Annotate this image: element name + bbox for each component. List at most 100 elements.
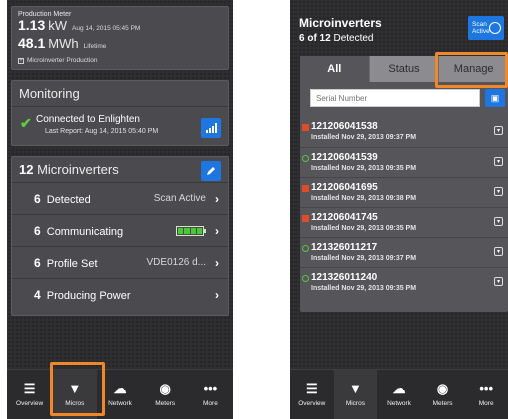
meter-icon: ◉ — [436, 381, 449, 396]
lifetime-energy-unit: MWh — [48, 36, 79, 51]
signal-button[interactable] — [201, 118, 221, 138]
tab-all[interactable]: All — [300, 56, 370, 82]
chevron-down-icon[interactable]: ▾ — [494, 217, 503, 226]
list-item[interactable]: 121326011217 Installed Nov 29, 2013 09:3… — [300, 237, 508, 267]
pencil-icon — [207, 167, 215, 175]
microinverter-list: 121206041538 Installed Nov 29, 2013 09:3… — [300, 117, 508, 297]
microinverter-panel: All Status Manage ▣ 121206041538 Install… — [300, 56, 508, 312]
row-label: Profile Set — [46, 258, 98, 270]
bottom-nav: ☰ Overview ▼ Micros ☁ Network ◉ Meters •… — [7, 369, 233, 419]
row-label: Producing Power — [46, 290, 131, 302]
ok-status-icon — [302, 155, 309, 162]
check-icon: ✔ — [20, 115, 32, 131]
installed-date: Installed Nov 29, 2013 09:37 PM — [311, 255, 417, 262]
nav-meters[interactable]: ◉ Meters — [421, 370, 465, 419]
microinverter-count: 12 — [19, 162, 34, 177]
nav-more[interactable]: ••• More — [464, 370, 508, 419]
row-count: 6 — [34, 192, 41, 206]
list-item[interactable]: 121326011240 Installed Nov 29, 2013 09:3… — [300, 267, 508, 297]
chevron-down-icon[interactable]: ▾ — [494, 187, 503, 196]
serial-number: 121206041745 — [311, 212, 378, 223]
list-item[interactable]: 121206041745 Installed Nov 29, 2013 09:3… — [300, 207, 508, 237]
serial-number: 121206041538 — [311, 121, 378, 132]
installed-date: Installed Nov 29, 2013 09:35 PM — [311, 225, 417, 232]
serial-number: 121206041539 — [311, 152, 378, 163]
scan-active-button[interactable]: Scan Active — [468, 16, 504, 40]
installed-date: Installed Nov 29, 2013 09:35 PM — [311, 165, 417, 172]
nav-network[interactable]: ☁ Network — [97, 370, 142, 419]
nav-overview[interactable]: ☰ Overview — [290, 370, 334, 419]
nav-label: Micros — [345, 400, 365, 407]
barcode-icon: ▣ — [490, 92, 500, 103]
nav-label: More — [478, 400, 494, 407]
more-icon: ••• — [479, 381, 493, 396]
current-power-unit: kW — [48, 18, 68, 33]
nav-micros[interactable]: ▼ Micros — [52, 370, 98, 419]
scan-barcode-button[interactable]: ▣ — [485, 89, 505, 107]
error-status-icon — [302, 185, 309, 192]
cloud-icon: ☁ — [392, 381, 406, 396]
serial-number: 121206041695 — [311, 182, 378, 193]
profile-set-row[interactable]: 6 Profile Set VDE0126 d... › — [12, 247, 228, 279]
chevron-down-icon[interactable]: ▾ — [494, 157, 503, 166]
serial-number: 121326011240 — [311, 272, 378, 283]
list-item[interactable]: 121206041539 Installed Nov 29, 2013 09:3… — [300, 147, 508, 177]
chevron-down-icon[interactable]: ▾ — [494, 126, 503, 135]
row-count: 6 — [34, 256, 41, 270]
communicating-row[interactable]: 6 Communicating › — [12, 215, 228, 247]
serial-number: 121326011217 — [311, 242, 378, 253]
lifetime-label: Lifetime — [83, 43, 107, 50]
overview-screen: Production Meter 1.13 kW Aug 14, 2015 05… — [7, 0, 233, 419]
chevron-down-icon[interactable]: ▾ — [494, 277, 503, 286]
row-count: 4 — [34, 288, 41, 302]
microinverter-production-label: Microinverter Production — [27, 57, 98, 64]
row-label: Detected — [46, 194, 91, 206]
microinverter-production-toggle[interactable]: + Microinverter Production — [18, 57, 222, 64]
producing-power-row[interactable]: 4 Producing Power › — [12, 279, 228, 311]
serial-number-input[interactable] — [310, 89, 480, 107]
list-icon: ☰ — [305, 381, 318, 396]
micro-icon: ▼ — [68, 381, 82, 396]
row-label: Communicating — [46, 226, 124, 238]
detected-count: 6 of 12 — [299, 33, 331, 44]
signal-bars-icon — [205, 123, 217, 133]
cloud-icon: ☁ — [113, 381, 127, 396]
row-count: 6 — [34, 224, 41, 238]
nav-overview[interactable]: ☰ Overview — [7, 370, 52, 419]
chevron-right-icon: › — [215, 192, 219, 206]
micro-icon: ▼ — [348, 381, 362, 396]
nav-label: Meters — [155, 400, 176, 407]
nav-network[interactable]: ☁ Network — [377, 370, 421, 419]
installed-date: Installed Nov 29, 2013 09:37 PM — [311, 134, 417, 141]
installed-date: Installed Nov 29, 2013 09:38 PM — [311, 195, 417, 202]
bottom-nav: ☰ Overview ▼ Micros ☁ Network ◉ Meters •… — [290, 369, 508, 419]
filter-tabs: All Status Manage — [300, 56, 508, 82]
production-meter-card[interactable]: Production Meter 1.13 kW Aug 14, 2015 05… — [11, 6, 229, 70]
nav-label: Network — [387, 400, 411, 407]
microinverters-screen: Microinverters 6 of 12 Detected Scan Act… — [290, 0, 508, 419]
edit-button[interactable] — [201, 161, 221, 181]
list-item[interactable]: 121206041538 Installed Nov 29, 2013 09:3… — [300, 117, 508, 147]
nav-label: More — [203, 400, 218, 407]
nav-more[interactable]: ••• More — [188, 370, 233, 419]
tab-status[interactable]: Status — [370, 56, 440, 82]
last-report: Last Report: Aug 14, 2015 05:40 PM — [45, 128, 159, 135]
chevron-down-icon[interactable]: ▾ — [494, 247, 503, 256]
microinverters-header: 12 Microinverters — [12, 157, 228, 183]
production-title: Production Meter — [18, 11, 72, 18]
nav-micros[interactable]: ▼ Micros — [333, 370, 378, 419]
chevron-right-icon: › — [215, 288, 219, 302]
list-item[interactable]: 121206041695 Installed Nov 29, 2013 09:3… — [300, 177, 508, 207]
nav-meters[interactable]: ◉ Meters — [143, 370, 188, 419]
current-power-value: 1.13 — [18, 17, 46, 33]
detected-row[interactable]: 6 Detected Scan Active › — [12, 183, 228, 215]
signal-strength-icon — [176, 226, 206, 236]
error-status-icon — [302, 215, 309, 222]
chevron-right-icon: › — [215, 224, 219, 238]
monitoring-title: Monitoring — [12, 81, 228, 107]
list-icon: ☰ — [23, 381, 36, 396]
tab-manage[interactable]: Manage — [439, 56, 508, 82]
installed-date: Installed Nov 29, 2013 09:35 PM — [311, 285, 417, 292]
row-value: VDE0126 d... — [146, 257, 206, 268]
current-power-timestamp: Aug 14, 2015 05:45 PM — [72, 25, 141, 32]
